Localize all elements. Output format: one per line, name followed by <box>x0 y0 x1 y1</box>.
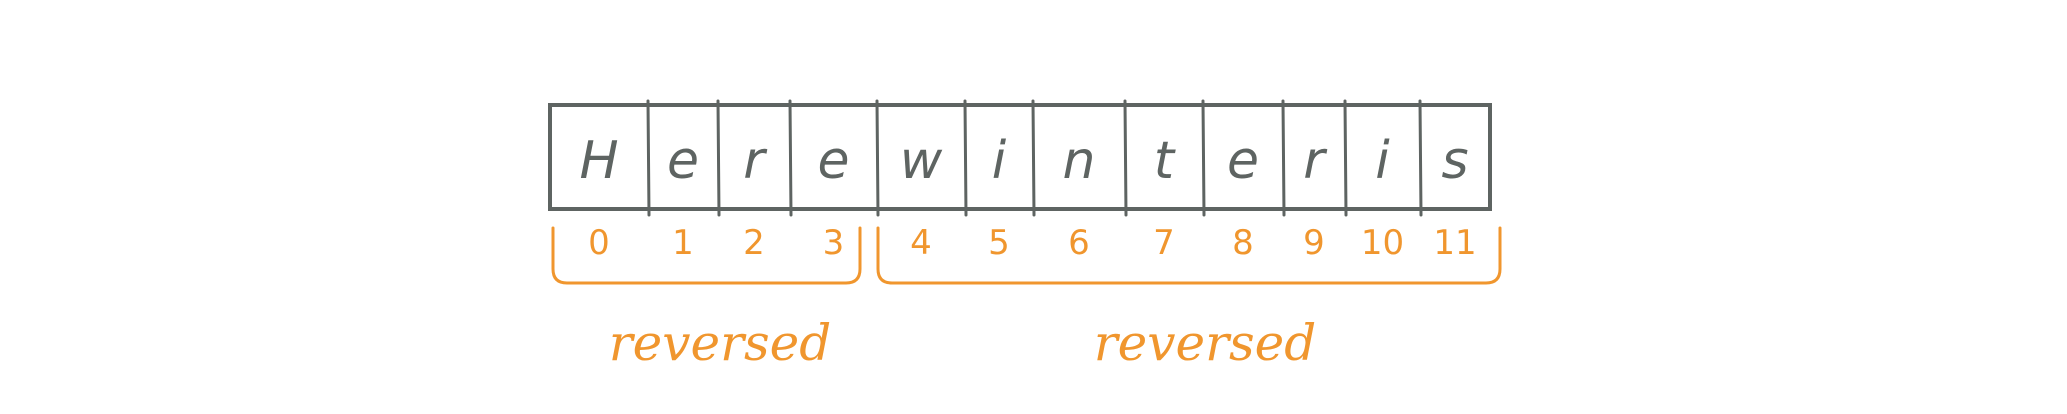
cell-divider <box>788 99 793 217</box>
cell-character: r <box>1303 131 1328 191</box>
index-label: 9 <box>1303 223 1325 263</box>
index-label: 6 <box>1068 223 1090 263</box>
group-label: reversed <box>1094 314 1317 372</box>
index-label: 0 <box>588 223 610 263</box>
cell-divider <box>1281 99 1286 217</box>
index-label: 11 <box>1433 223 1476 263</box>
cell-divider <box>1123 99 1128 217</box>
group-label: reversed <box>609 314 832 372</box>
cell-character: H <box>579 131 618 191</box>
index-label: 3 <box>823 223 845 263</box>
cell-character: r <box>743 131 768 191</box>
cell-character: e <box>818 131 850 191</box>
cell-character: w <box>900 131 943 191</box>
cell-character: e <box>667 131 699 191</box>
index-label: 10 <box>1361 223 1404 263</box>
cell-divider <box>716 99 721 217</box>
cell-character: s <box>1441 131 1468 191</box>
cell-character: i <box>1375 131 1390 191</box>
cell-divider <box>1418 99 1423 217</box>
cell-character: i <box>992 131 1007 191</box>
string-diagram: Herewinteris 0 1 2 3 4 5 6 7 8 9 10 11 reversed reve… <box>0 0 2067 414</box>
cell-divider <box>963 99 968 217</box>
index-label: 7 <box>1153 223 1175 263</box>
index-label: 4 <box>910 223 932 263</box>
cell-divider <box>875 99 880 217</box>
cell-character: t <box>1154 131 1176 191</box>
index-label: 1 <box>672 223 694 263</box>
cell-divider <box>1031 99 1036 217</box>
cell-character: e <box>1227 131 1259 191</box>
cell-divider <box>1343 99 1348 217</box>
cell-divider <box>1201 99 1206 217</box>
index-label: 5 <box>988 223 1010 263</box>
index-label: 2 <box>743 223 765 263</box>
cell-divider <box>646 99 651 217</box>
cell-character: n <box>1063 131 1096 191</box>
index-label: 8 <box>1232 223 1254 263</box>
